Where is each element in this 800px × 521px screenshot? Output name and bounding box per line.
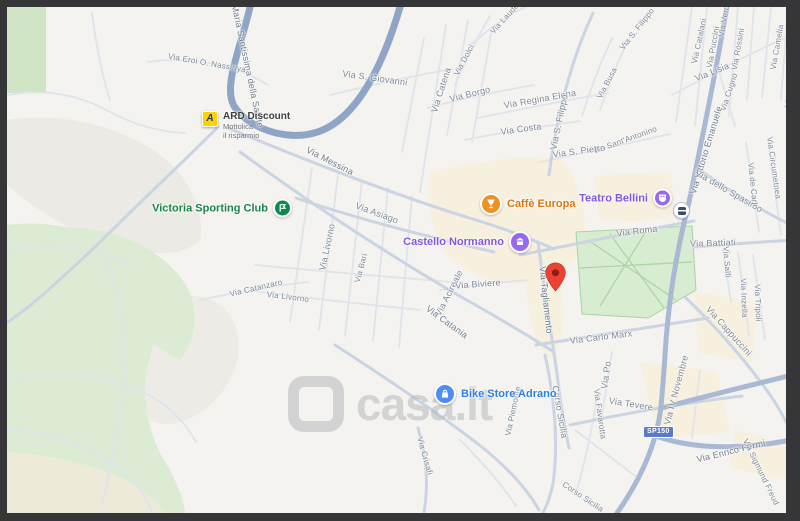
theater-masks-icon	[653, 189, 672, 208]
poi-name: Castello Normanno	[403, 236, 504, 248]
route-badge: SP150	[643, 426, 674, 438]
poi-subtitle: il risparmio	[223, 131, 290, 140]
poi-caffe-europa[interactable]: Caffè Europa	[480, 193, 575, 215]
frame-border-right	[786, 0, 800, 521]
ard-logo-icon: A	[202, 111, 218, 127]
street-label: Via Tripoli	[753, 284, 763, 322]
frame-border-top	[0, 0, 800, 7]
poi-name: Victoria Sporting Club	[152, 202, 268, 214]
street-label: Via Inzella	[739, 278, 749, 318]
frame-border-left	[0, 0, 7, 521]
casa-house-icon	[288, 376, 344, 432]
poi-subtitle: Mottolica	[223, 122, 290, 131]
poi-name: Caffè Europa	[507, 198, 575, 210]
poi-castello-normanno[interactable]: Castello Normanno	[403, 231, 531, 253]
poi-name: ARD Discount	[223, 111, 290, 122]
poi-bike-store-adrano[interactable]: Bike Store Adrano	[434, 383, 557, 405]
poi-name: Teatro Bellini	[579, 192, 648, 204]
map-canvas[interactable]: Via Maria Santissima della Salute Via Er…	[0, 0, 800, 521]
frame-border-bottom	[0, 513, 800, 521]
poi-ard-discount[interactable]: A ARD Discount Mottolica il risparmio	[202, 111, 290, 140]
shopping-bag-icon	[434, 383, 456, 405]
cafe-cup-icon	[480, 193, 502, 215]
map-screenshot: Via Maria Santissima della Salute Via Er…	[0, 0, 800, 521]
landmark-icon	[509, 231, 531, 253]
poi-teatro-bellini[interactable]: Teatro Bellini	[579, 189, 672, 208]
sports-flag-icon	[273, 199, 292, 218]
poi-victoria-sporting-club[interactable]: Victoria Sporting Club	[152, 199, 292, 218]
railway-station-icon[interactable]	[673, 202, 690, 219]
red-map-pin[interactable]	[544, 262, 567, 297]
poi-name: Bike Store Adrano	[461, 388, 557, 400]
